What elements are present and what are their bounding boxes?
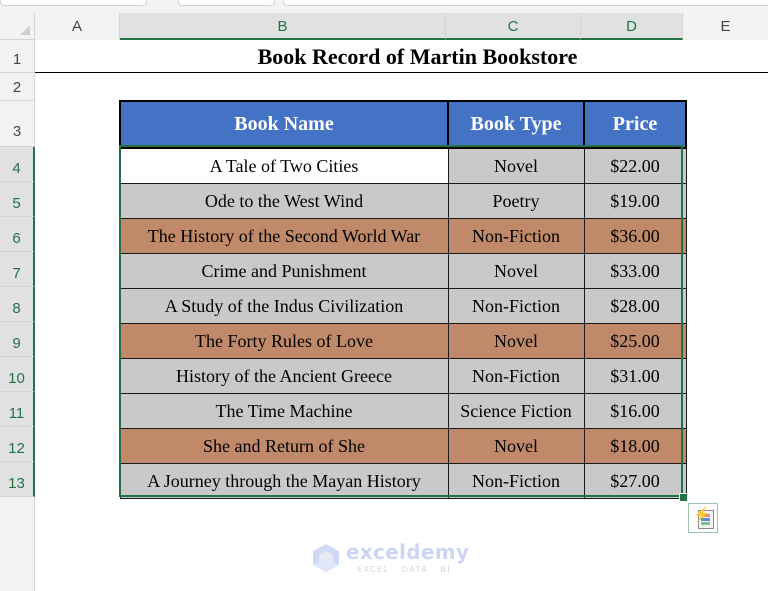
row-header-1[interactable]: 1 (0, 40, 35, 73)
lightning-icon: ⚡ (693, 506, 711, 522)
formula-bar-edge (283, 0, 768, 6)
table-row: History of the Ancient Greece Non-Fiction… (119, 358, 687, 394)
header-book-name[interactable]: Book Name (119, 100, 449, 149)
table-row: A Journey through the Mayan History Non-F… (119, 463, 687, 499)
exceldemy-logo-icon (313, 544, 339, 572)
table-row: The History of the Second World War Non-F… (119, 218, 687, 254)
column-header-d[interactable]: D (581, 13, 683, 40)
cell-book-name[interactable]: Ode to the West Wind (119, 183, 449, 219)
cell-book-type[interactable]: Novel (447, 147, 585, 184)
quick-analysis-line (701, 522, 710, 525)
cell-price[interactable]: $28.00 (583, 288, 687, 324)
column-header-a[interactable]: A (35, 13, 120, 40)
select-all-triangle-icon (20, 25, 30, 35)
cell-price[interactable]: $16.00 (583, 393, 687, 429)
column-header-e[interactable]: E (683, 13, 768, 40)
table-row: The Forty Rules of Love Novel $25.00 (119, 323, 687, 359)
table-row: Crime and Punishment Novel $33.00 (119, 253, 687, 289)
row-header-13[interactable]: 13 (0, 462, 35, 497)
cell-price[interactable]: $36.00 (583, 218, 687, 254)
table-row: The Time Machine Science Fiction $16.00 (119, 393, 687, 429)
row-header-6[interactable]: 6 (0, 217, 35, 252)
cell-book-name[interactable]: A Journey through the Mayan History (119, 463, 449, 499)
cell-book-type[interactable]: Science Fiction (447, 393, 585, 429)
row-header-2[interactable]: 2 (0, 73, 35, 101)
cell-price[interactable]: $31.00 (583, 358, 687, 394)
row-header-7[interactable]: 7 (0, 252, 35, 287)
row-header-8[interactable]: 8 (0, 287, 35, 322)
cell-book-name[interactable]: The Time Machine (119, 393, 449, 429)
cell-book-type[interactable]: Non-Fiction (447, 463, 585, 499)
table-row: A Study of the Indus Civilization Non-Fic… (119, 288, 687, 324)
cell-book-type[interactable]: Novel (447, 428, 585, 464)
cell-book-type[interactable]: Non-Fiction (447, 218, 585, 254)
formula-bar-edge (0, 0, 147, 6)
select-all-button[interactable] (0, 13, 35, 40)
table-row: Ode to the West Wind Poetry $19.00 (119, 183, 687, 219)
cell-book-type[interactable]: Non-Fiction (447, 288, 585, 324)
row-header-5[interactable]: 5 (0, 182, 35, 217)
cell-price[interactable]: $27.00 (583, 463, 687, 499)
row-header-12[interactable]: 12 (0, 427, 35, 462)
column-header-b[interactable]: B (120, 13, 446, 40)
cell-book-type[interactable]: Poetry (447, 183, 585, 219)
table-row: A Tale of Two Cities Novel $22.00 (119, 147, 687, 184)
cell-book-name[interactable]: She and Return of She (119, 428, 449, 464)
book-table: Book Name Book Type Price A Tale of Two … (119, 100, 687, 499)
table-header-row: Book Name Book Type Price (119, 100, 687, 149)
fill-handle[interactable] (679, 493, 688, 502)
quick-analysis-button[interactable]: ⚡ (688, 503, 718, 533)
formula-bar-edge (178, 0, 275, 6)
cell-book-type[interactable]: Novel (447, 323, 585, 359)
sheet-title[interactable]: Book Record of Martin Bookstore (35, 40, 768, 73)
header-book-type[interactable]: Book Type (447, 100, 585, 149)
cell-book-name[interactable]: The History of the Second World War (119, 218, 449, 254)
cell-book-name[interactable]: A Study of the Indus Civilization (119, 288, 449, 324)
row-header-empty (0, 497, 35, 591)
cell-book-name[interactable]: A Tale of Two Cities (119, 147, 449, 184)
cell-price[interactable]: $19.00 (583, 183, 687, 219)
cell-book-type[interactable]: Non-Fiction (447, 358, 585, 394)
row-header-3[interactable]: 3 (0, 101, 35, 147)
watermark-tagline: EXCEL · DATA · BI (357, 565, 452, 574)
header-price[interactable]: Price (583, 100, 687, 149)
cell-price[interactable]: $22.00 (583, 147, 687, 184)
cell-price[interactable]: $25.00 (583, 323, 687, 359)
row-header-11[interactable]: 11 (0, 392, 35, 427)
watermark-name: exceldemy (346, 540, 470, 564)
cell-price[interactable]: $18.00 (583, 428, 687, 464)
cell-book-type[interactable]: Novel (447, 253, 585, 289)
cell-book-name[interactable]: The Forty Rules of Love (119, 323, 449, 359)
row-header-4[interactable]: 4 (0, 147, 35, 182)
column-header-c[interactable]: C (446, 13, 581, 40)
row-header-9[interactable]: 9 (0, 322, 35, 357)
table-row: She and Return of She Novel $18.00 (119, 428, 687, 464)
cell-book-name[interactable]: Crime and Punishment (119, 253, 449, 289)
row-header-10[interactable]: 10 (0, 357, 35, 392)
cell-book-name[interactable]: History of the Ancient Greece (119, 358, 449, 394)
cell-price[interactable]: $33.00 (583, 253, 687, 289)
ribbon-edge (0, 0, 768, 13)
